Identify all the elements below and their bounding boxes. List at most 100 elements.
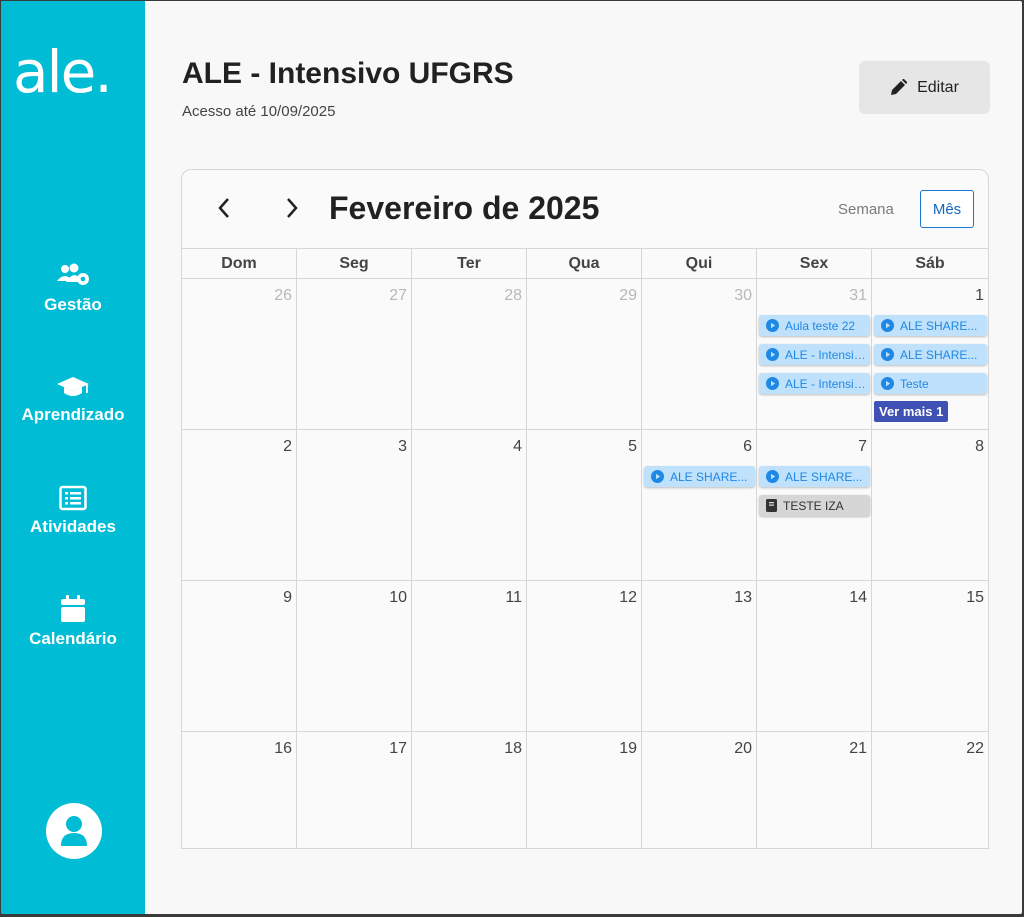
day-number: 13	[734, 589, 752, 606]
calendar-event[interactable]: ALE - Intensivo UFGRS	[759, 373, 870, 394]
play-circle-icon	[766, 348, 779, 361]
calendar-day-cell[interactable]: 2	[182, 430, 297, 580]
calendar-day-cell[interactable]: 1 ALE SHARE... ALE SHARE... Teste Ver mais 1	[872, 279, 988, 429]
day-number: 8	[975, 438, 984, 455]
calendar-day-cell[interactable]: 11	[412, 581, 527, 731]
calendar-day-cell[interactable]: 3	[297, 430, 412, 580]
weekday-header: Dom	[182, 249, 297, 278]
sidebar-item-label: Gestão	[44, 295, 102, 314]
calendar-day-cell[interactable]: 6 ALE SHARE...	[642, 430, 757, 580]
weekday-header: Sáb	[915, 255, 945, 272]
calendar-day-cell[interactable]: 13	[642, 581, 757, 731]
sidebar-item-label: Atividades	[30, 517, 116, 536]
view-month-button[interactable]: Mês	[920, 190, 974, 228]
calendar-day-cell[interactable]: 10	[297, 581, 412, 731]
play-circle-icon	[881, 348, 894, 361]
calendar-day-cell[interactable]: 14	[757, 581, 872, 731]
play-icon-wrap	[881, 377, 894, 390]
users-gear-icon	[57, 263, 89, 285]
view-week-button[interactable]: Semana	[838, 201, 894, 218]
calendar-day-cell[interactable]: 22	[872, 732, 988, 848]
calendar-week-row: 9 10 11 12 13 14 15	[182, 581, 988, 732]
day-number: 15	[966, 589, 984, 606]
calendar-day-cell[interactable]: 30	[642, 279, 757, 429]
play-icon-wrap	[651, 470, 664, 483]
main-content: ALE - Intensivo UFGRS Acesso até 10/09/2…	[145, 1, 1022, 914]
calendar-day-cell[interactable]: 17	[297, 732, 412, 848]
calendar-event[interactable]: Aula teste 22	[759, 315, 870, 336]
calendar: Fevereiro de 2025 Semana Mês Dom Seg Ter Qu…	[181, 169, 989, 849]
edit-button[interactable]: Editar	[859, 61, 990, 114]
day-number: 17	[389, 740, 407, 757]
weekday-header: Ter	[412, 249, 527, 278]
calendar-day-cell[interactable]: 26	[182, 279, 297, 429]
calendar-day-cell[interactable]: 15	[872, 581, 988, 731]
calendar-day-cell[interactable]: 27	[297, 279, 412, 429]
day-number: 7	[858, 438, 867, 455]
day-number: 26	[274, 287, 292, 304]
calendar-event[interactable]: ALE - Intensivo UFGRS	[759, 344, 870, 365]
day-number: 22	[966, 740, 984, 757]
day-number: 6	[743, 438, 752, 455]
calendar-event[interactable]: ALE SHARE...	[644, 466, 755, 487]
app-window: ale. Gestão Aprendizado Atividades Calen…	[1, 1, 1022, 914]
weekday-header: Sex	[757, 249, 872, 278]
sidebar-item-calendario[interactable]: Calendário	[1, 595, 145, 649]
calendar-day-cell[interactable]: 4	[412, 430, 527, 580]
prev-month-button[interactable]	[212, 196, 236, 220]
sidebar-item-label: Calendário	[29, 629, 117, 648]
day-number: 20	[734, 740, 752, 757]
sidebar: ale. Gestão Aprendizado Atividades Calen…	[1, 1, 145, 914]
day-number: 28	[504, 287, 522, 304]
list-icon	[59, 485, 87, 511]
day-number: 30	[734, 287, 752, 304]
event-title: ALE SHARE...	[670, 469, 748, 484]
page-title: ALE - Intensivo UFGRS	[182, 57, 514, 90]
calendar-event[interactable]: Teste	[874, 373, 987, 394]
calendar-event[interactable]: ALE SHARE...	[874, 315, 987, 336]
next-month-button[interactable]	[280, 196, 304, 220]
sidebar-item-atividades[interactable]: Atividades	[1, 485, 145, 537]
day-number: 27	[389, 287, 407, 304]
day-number: 12	[619, 589, 637, 606]
calendar-day-cell[interactable]: 7 ALE SHARE... TESTE IZA	[757, 430, 872, 580]
event-title: ALE SHARE...	[785, 469, 863, 484]
sidebar-item-aprendizado[interactable]: Aprendizado	[1, 375, 145, 425]
calendar-event[interactable]: ALE SHARE...	[759, 466, 870, 487]
weekday-header: Seg	[297, 249, 412, 278]
event-title: Teste	[900, 376, 929, 391]
calendar-day-cell[interactable]: 12	[527, 581, 642, 731]
calendar-toolbar: Fevereiro de 2025 Semana Mês	[182, 170, 988, 249]
month-title: Fevereiro de 2025	[329, 190, 600, 226]
play-icon-wrap	[766, 470, 779, 483]
sidebar-item-gestao[interactable]: Gestão	[1, 263, 145, 315]
calendar-day-cell[interactable]: 16	[182, 732, 297, 848]
calendar-day-cell[interactable]: 8	[872, 430, 988, 580]
day-number: 4	[513, 438, 522, 455]
calendar-day-cell[interactable]: 5	[527, 430, 642, 580]
day-number: 16	[274, 740, 292, 757]
event-title: Aula teste 22	[785, 318, 856, 333]
see-more-button[interactable]: Ver mais 1	[874, 401, 949, 422]
user-avatar[interactable]	[46, 803, 102, 859]
play-icon-wrap	[766, 377, 779, 390]
calendar-day-cell[interactable]: 20	[642, 732, 757, 848]
play-circle-icon	[766, 377, 779, 390]
calendar-day-cell[interactable]: 19	[527, 732, 642, 848]
calendar-event[interactable]: TESTE IZA	[759, 495, 870, 516]
day-number: 29	[619, 287, 637, 304]
event-title: ALE SHARE...	[900, 347, 978, 362]
calendar-day-cell[interactable]: 31 Aula teste 22 ALE - Intensivo UFGRS ALE …	[757, 279, 872, 429]
calendar-day-cell[interactable]: 28	[412, 279, 527, 429]
user-icon	[61, 816, 87, 846]
day-number: 9	[283, 589, 292, 606]
day-events: ALE SHARE... TESTE IZA	[759, 466, 870, 524]
play-icon-wrap	[766, 348, 779, 361]
play-circle-icon	[881, 319, 894, 332]
calendar-day-cell[interactable]: 29	[527, 279, 642, 429]
play-circle-icon	[881, 377, 894, 390]
calendar-day-cell[interactable]: 21	[757, 732, 872, 848]
calendar-day-cell[interactable]: 9	[182, 581, 297, 731]
calendar-day-cell[interactable]: 18	[412, 732, 527, 848]
calendar-event[interactable]: ALE SHARE...	[874, 344, 987, 365]
